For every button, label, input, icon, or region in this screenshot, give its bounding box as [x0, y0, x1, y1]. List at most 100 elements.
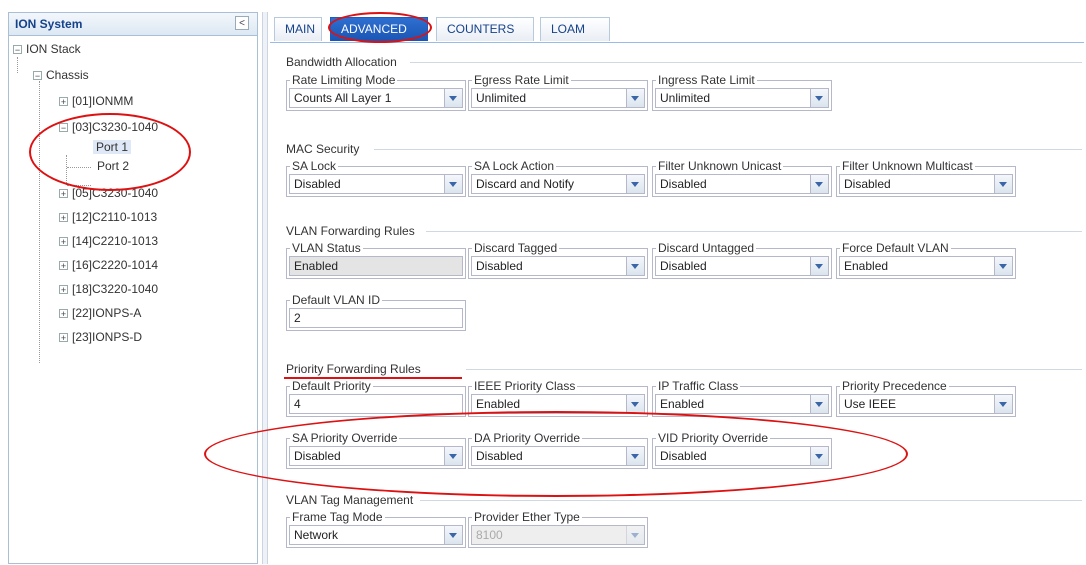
- collapse-icon[interactable]: −: [59, 123, 68, 133]
- tree-node-ion-stack[interactable]: − ION Stack: [13, 39, 81, 59]
- tree-node-03-c3230[interactable]: − [03]C3230-1040: [59, 117, 158, 137]
- priority-precedence-select[interactable]: Use IEEE: [839, 394, 1013, 414]
- dropdown-arrow-icon[interactable]: [994, 175, 1012, 193]
- expand-icon[interactable]: +: [59, 213, 68, 223]
- dropdown-arrow-icon[interactable]: [626, 89, 644, 107]
- dropdown-arrow-icon[interactable]: [626, 175, 644, 193]
- dropdown-arrow-icon[interactable]: [810, 257, 828, 275]
- tree-node-14-c2210[interactable]: + [14]C2210-1013: [59, 231, 158, 251]
- dropdown-arrow-icon[interactable]: [626, 395, 644, 413]
- tree-node-label: Port 2: [97, 159, 130, 173]
- tab-counters[interactable]: COUNTERS: [436, 17, 534, 41]
- collapse-icon[interactable]: −: [13, 45, 22, 55]
- filter-unknown-multicast-field: Filter Unknown Multicast Disabled: [836, 159, 1016, 197]
- input-value: 2: [294, 311, 301, 325]
- select-value: Disabled: [660, 449, 707, 463]
- filter-unknown-unicast-select[interactable]: Disabled: [655, 174, 829, 194]
- dropdown-arrow-icon[interactable]: [626, 257, 644, 275]
- tree-node-label: [14]C2210-1013: [72, 234, 159, 248]
- expand-icon[interactable]: +: [59, 261, 68, 271]
- tree-node-05-c3230[interactable]: + [05]C3230-1040: [59, 183, 158, 203]
- tab-main[interactable]: MAIN: [274, 17, 322, 41]
- tree-node-01-ionmm[interactable]: + [01]IONMM: [59, 91, 133, 111]
- dropdown-arrow-icon[interactable]: [444, 447, 462, 465]
- tree-node-16-c2220[interactable]: + [16]C2220-1014: [59, 255, 158, 275]
- dropdown-arrow-icon[interactable]: [810, 395, 828, 413]
- egress-rate-limit-field: Egress Rate Limit Unlimited: [468, 73, 648, 111]
- main-panel: MAIN ADVANCED COUNTERS LOAM Bandwidth Al…: [204, 12, 1084, 564]
- tree-node-23-ionps-d[interactable]: + [23]IONPS-D: [59, 327, 142, 347]
- select-value: 8100: [476, 528, 503, 542]
- field-label: Rate Limiting Mode: [290, 73, 398, 87]
- expand-icon[interactable]: +: [59, 285, 68, 295]
- tree-node-label: Chassis: [46, 68, 89, 82]
- default-priority-input[interactable]: 4: [289, 394, 463, 414]
- expand-icon[interactable]: +: [59, 237, 68, 247]
- discard-untagged-select[interactable]: Disabled: [655, 256, 829, 276]
- select-value: Enabled: [660, 397, 705, 411]
- select-value: Unlimited: [476, 91, 527, 105]
- tree-node-label: [16]C2220-1014: [72, 258, 159, 272]
- input-value: 4: [294, 397, 301, 411]
- tree-node-12-c2110[interactable]: + [12]C2110-1013: [59, 207, 157, 227]
- field-label: Frame Tag Mode: [290, 510, 385, 524]
- sa-priority-override-select[interactable]: Disabled: [289, 446, 463, 466]
- tree-node-22-ionps-a[interactable]: + [22]IONPS-A: [59, 303, 141, 323]
- collapse-icon[interactable]: −: [33, 71, 42, 81]
- tree-title: ION System: [15, 17, 83, 31]
- rate-limiting-mode-select[interactable]: Counts All Layer 1: [289, 88, 463, 108]
- tree-node-18-c3220[interactable]: + [18]C3220-1040: [59, 279, 158, 299]
- tree-node-port-1[interactable]: Port 1: [93, 137, 132, 157]
- ip-traffic-class-select[interactable]: Enabled: [655, 394, 829, 414]
- dropdown-arrow-icon[interactable]: [810, 89, 828, 107]
- select-value: Disabled: [660, 177, 707, 191]
- tree-node-label: [23]IONPS-D: [72, 330, 143, 344]
- dropdown-arrow-icon[interactable]: [444, 89, 462, 107]
- dropdown-arrow-icon[interactable]: [444, 175, 462, 193]
- tab-advanced[interactable]: ADVANCED: [330, 17, 428, 41]
- field-label: IP Traffic Class: [656, 379, 741, 393]
- section-title-vlan-tag: VLAN Tag Management: [286, 493, 414, 507]
- frame-tag-mode-select[interactable]: Network: [289, 525, 463, 545]
- da-priority-override-select[interactable]: Disabled: [471, 446, 645, 466]
- priority-precedence-field: Priority Precedence Use IEEE: [836, 379, 1016, 417]
- ingress-rate-limit-select[interactable]: Unlimited: [655, 88, 829, 108]
- ip-traffic-class-field: IP Traffic Class Enabled: [652, 379, 832, 417]
- dropdown-arrow-icon[interactable]: [994, 257, 1012, 275]
- field-label: Ingress Rate Limit: [656, 73, 757, 87]
- rate-limiting-mode-field: Rate Limiting Mode Counts All Layer 1: [286, 73, 466, 111]
- frame-tag-mode-field: Frame Tag Mode Network: [286, 510, 466, 548]
- dropdown-arrow-icon[interactable]: [810, 175, 828, 193]
- collapse-panel-button[interactable]: <: [235, 16, 249, 30]
- field-label: Egress Rate Limit: [472, 73, 571, 87]
- field-label: Default Priority: [290, 379, 373, 393]
- filter-unknown-multicast-select[interactable]: Disabled: [839, 174, 1013, 194]
- field-label: Filter Unknown Multicast: [840, 159, 975, 173]
- expand-icon[interactable]: +: [59, 333, 68, 343]
- field-label: DA Priority Override: [472, 431, 583, 445]
- sa-lock-action-select[interactable]: Discard and Notify: [471, 174, 645, 194]
- dropdown-arrow-icon[interactable]: [810, 447, 828, 465]
- section-title-priority-forwarding: Priority Forwarding Rules: [286, 362, 421, 376]
- ieee-priority-class-select[interactable]: Enabled: [471, 394, 645, 414]
- dropdown-arrow-icon[interactable]: [626, 447, 644, 465]
- panel-splitter[interactable]: [262, 12, 268, 564]
- expand-icon[interactable]: +: [59, 97, 68, 107]
- discard-tagged-select[interactable]: Disabled: [471, 256, 645, 276]
- ingress-rate-limit-field: Ingress Rate Limit Unlimited: [652, 73, 832, 111]
- default-vlan-id-input[interactable]: 2: [289, 308, 463, 328]
- expand-icon[interactable]: +: [59, 309, 68, 319]
- dropdown-arrow-icon[interactable]: [994, 395, 1012, 413]
- tree-node-chassis[interactable]: − Chassis: [33, 65, 89, 85]
- tree-node-port-2[interactable]: Port 2: [97, 156, 129, 176]
- field-label: Default VLAN ID: [290, 293, 383, 307]
- dropdown-arrow-icon[interactable]: [444, 526, 462, 544]
- tab-loam[interactable]: LOAM: [540, 17, 610, 41]
- field-value: Enabled: [294, 259, 339, 273]
- vid-priority-override-select[interactable]: Disabled: [655, 446, 829, 466]
- force-default-vlan-select[interactable]: Enabled: [839, 256, 1013, 276]
- sa-lock-select[interactable]: Disabled: [289, 174, 463, 194]
- expand-icon[interactable]: +: [59, 189, 68, 199]
- egress-rate-limit-select[interactable]: Unlimited: [471, 88, 645, 108]
- tree-connector: [67, 167, 91, 168]
